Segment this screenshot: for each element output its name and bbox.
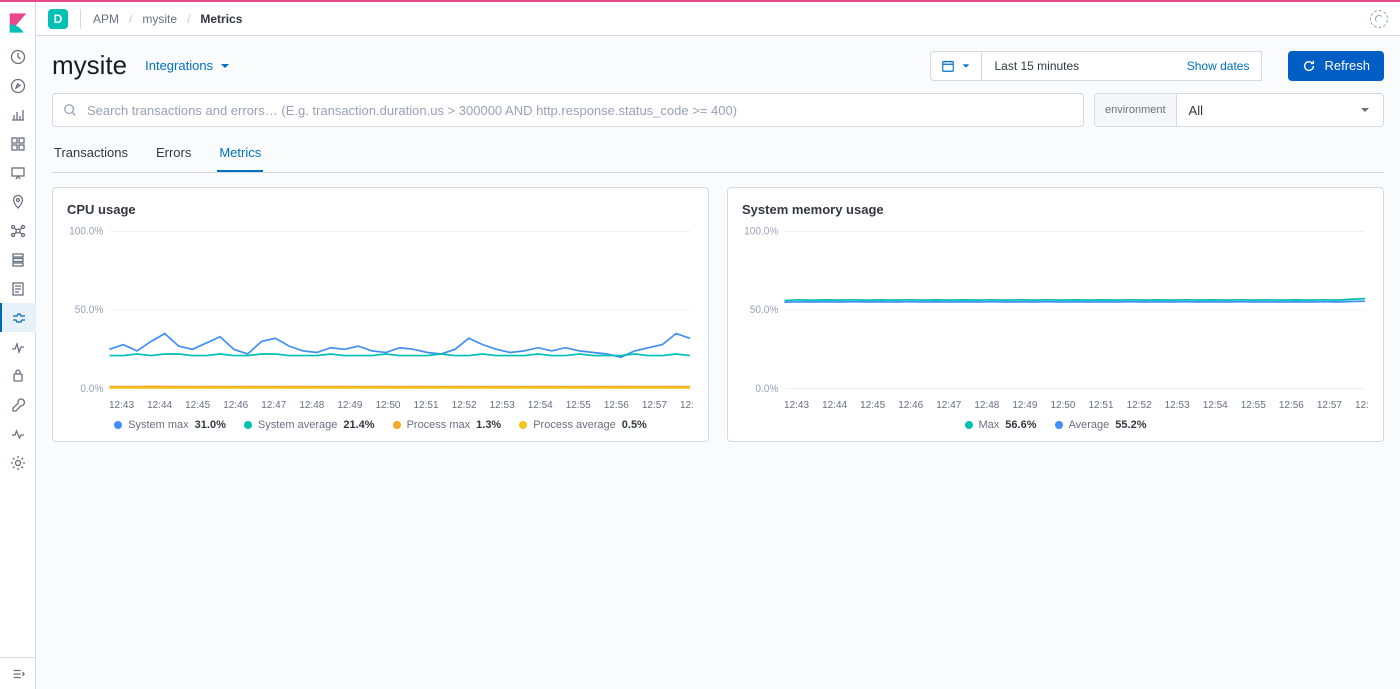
svg-text:100.0%: 100.0% xyxy=(744,226,778,237)
legend-label: System average xyxy=(258,419,337,431)
svg-text:50.0%: 50.0% xyxy=(750,305,779,316)
nav-recent-icon[interactable] xyxy=(0,42,36,71)
legend-dot xyxy=(244,421,252,429)
chart-memory: 0.0% 50.0% 100.0% xyxy=(742,225,1369,395)
svg-text:0.0%: 0.0% xyxy=(80,384,103,395)
legend-value: 0.5% xyxy=(622,419,647,431)
panel-memory-usage: System memory usage 0.0% 50.0% 100.0% 12:4… xyxy=(727,187,1384,442)
chart-mem-xaxis: 12:4312:4412:4512:4612:4712:4812:4912:50… xyxy=(742,398,1369,419)
legend-dot xyxy=(114,421,122,429)
date-quick-select-button[interactable] xyxy=(930,51,982,81)
panel-cpu-title: CPU usage xyxy=(67,202,694,217)
nav-management-icon[interactable] xyxy=(0,448,36,477)
chevron-down-icon xyxy=(1359,104,1371,116)
legend-value: 31.0% xyxy=(195,419,226,431)
refresh-label: Refresh xyxy=(1324,58,1370,73)
space-selector[interactable]: D xyxy=(48,9,68,29)
legend-dot xyxy=(393,421,401,429)
panel-mem-title: System memory usage xyxy=(742,202,1369,217)
service-tabs: Transactions Errors Metrics xyxy=(52,135,1384,173)
legend-value: 1.3% xyxy=(476,419,501,431)
page-title: mysite xyxy=(52,50,127,81)
legend-item[interactable]: Process max 1.3% xyxy=(393,419,502,431)
breadcrumb-current: Metrics xyxy=(200,12,242,26)
legend-item[interactable]: Average 55.2% xyxy=(1055,419,1147,431)
integrations-label: Integrations xyxy=(145,58,213,73)
refresh-icon xyxy=(1302,59,1316,73)
nav-visualize-icon[interactable] xyxy=(0,100,36,129)
legend-value: 56.6% xyxy=(1005,419,1036,431)
environment-filter: environment All xyxy=(1094,93,1384,127)
legend-item[interactable]: Max 56.6% xyxy=(965,419,1037,431)
sidebar-collapse-button[interactable] xyxy=(0,657,36,689)
chevron-down-icon xyxy=(219,60,231,72)
tab-metrics[interactable]: Metrics xyxy=(217,135,263,172)
legend-dot xyxy=(1055,421,1063,429)
nav-monitoring-icon[interactable] xyxy=(0,419,36,448)
legend-item[interactable]: System max 31.0% xyxy=(114,419,226,431)
nav-canvas-icon[interactable] xyxy=(0,158,36,187)
tab-errors[interactable]: Errors xyxy=(154,135,193,172)
refresh-button[interactable]: Refresh xyxy=(1288,51,1384,81)
nav-uptime-icon[interactable] xyxy=(0,332,36,361)
legend-label: Average xyxy=(1069,419,1110,431)
kibana-logo[interactable] xyxy=(7,12,29,34)
environment-value: All xyxy=(1189,103,1203,118)
chart-cpu-xaxis: 12:4312:4412:4512:4612:4712:4812:4912:50… xyxy=(67,398,694,419)
environment-label: environment xyxy=(1095,94,1177,126)
page-content: mysite Integrations Last 15 minutes Show… xyxy=(36,36,1400,689)
legend-item[interactable]: System average 21.4% xyxy=(244,419,375,431)
svg-text:100.0%: 100.0% xyxy=(69,226,103,237)
nav-dev-tools-icon[interactable] xyxy=(0,390,36,419)
calendar-icon xyxy=(941,59,955,73)
date-range-label: Last 15 minutes xyxy=(994,59,1079,73)
chart-cpu-legend: System max 31.0% System average 21.4% Proc… xyxy=(67,419,694,431)
nav-dashboard-icon[interactable] xyxy=(0,129,36,158)
legend-value: 21.4% xyxy=(343,419,374,431)
legend-label: System max xyxy=(128,419,189,431)
date-picker-group: Last 15 minutes Show dates xyxy=(930,51,1262,81)
nav-maps-icon[interactable] xyxy=(0,187,36,216)
legend-item[interactable]: Process average 0.5% xyxy=(519,419,647,431)
nav-infrastructure-icon[interactable] xyxy=(0,245,36,274)
panel-cpu-usage: CPU usage 0.0% 50.0% 100.0% 12:4312:4412:4… xyxy=(52,187,709,442)
breadcrumb-root[interactable]: APM xyxy=(93,12,119,26)
legend-label: Process max xyxy=(407,419,471,431)
nav-ml-icon[interactable] xyxy=(0,216,36,245)
search-box[interactable] xyxy=(52,93,1084,127)
breadcrumb-service[interactable]: mysite xyxy=(142,12,177,26)
integrations-dropdown[interactable]: Integrations xyxy=(145,58,231,73)
svg-text:50.0%: 50.0% xyxy=(75,305,104,316)
show-dates-link[interactable]: Show dates xyxy=(1187,59,1250,73)
chart-mem-legend: Max 56.6% Average 55.2% xyxy=(742,419,1369,431)
nav-apm-icon[interactable] xyxy=(0,303,36,332)
tab-transactions[interactable]: Transactions xyxy=(52,135,130,172)
help-icon[interactable] xyxy=(1370,10,1388,28)
chevron-down-icon xyxy=(961,61,971,71)
legend-dot xyxy=(519,421,527,429)
global-nav-sidebar xyxy=(0,2,36,689)
date-range-display[interactable]: Last 15 minutes Show dates xyxy=(982,51,1262,81)
legend-label: Max xyxy=(979,419,1000,431)
legend-label: Process average xyxy=(533,419,616,431)
nav-logs-icon[interactable] xyxy=(0,274,36,303)
environment-select[interactable]: All xyxy=(1177,94,1383,126)
legend-value: 55.2% xyxy=(1115,419,1146,431)
breadcrumb-sep: / xyxy=(129,12,132,26)
breadcrumb: APM / mysite / Metrics xyxy=(93,12,242,26)
nav-siem-icon[interactable] xyxy=(0,361,36,390)
nav-discover-icon[interactable] xyxy=(0,71,36,100)
svg-text:0.0%: 0.0% xyxy=(755,384,778,395)
header-divider xyxy=(80,9,81,29)
breadcrumb-sep: / xyxy=(187,12,190,26)
chart-cpu: 0.0% 50.0% 100.0% xyxy=(67,225,694,395)
legend-dot xyxy=(965,421,973,429)
top-header: D APM / mysite / Metrics xyxy=(36,2,1400,36)
search-input[interactable] xyxy=(85,102,1073,119)
search-icon xyxy=(63,103,77,117)
